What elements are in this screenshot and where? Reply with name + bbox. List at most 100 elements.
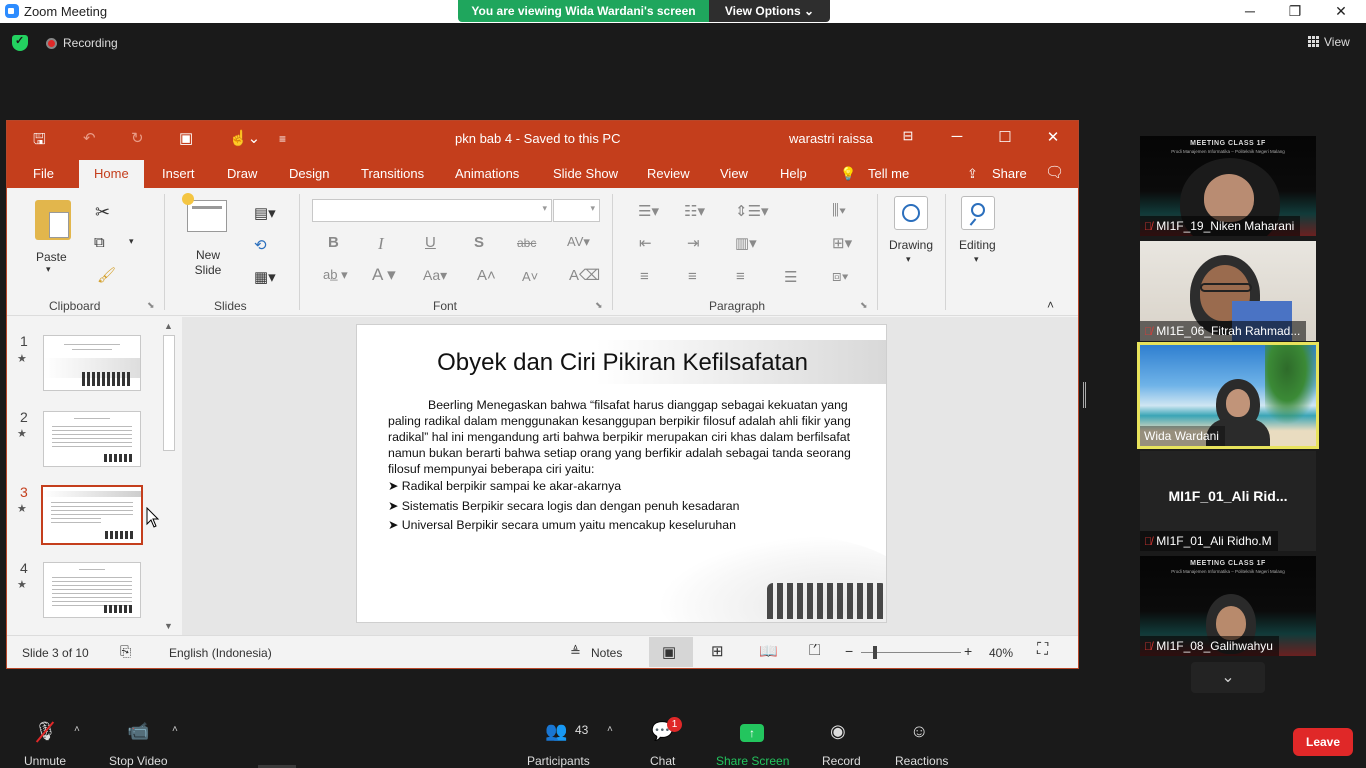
security-shield-icon[interactable] [12,34,28,51]
tab-file[interactable]: File [33,166,54,181]
copy-icon[interactable]: ⧉ [94,234,105,251]
share-screen-icon[interactable]: ↑ [740,724,764,742]
chevron-down-icon[interactable]: ▾ [906,254,911,265]
scroll-down-icon[interactable]: ▼ [164,621,173,631]
active-speaker-tile[interactable]: Wida Wardani [1137,342,1319,449]
close-button[interactable]: ✕ [1318,1,1364,21]
thumbnails-scrollbar[interactable]: ▲ ▼ [162,321,176,633]
shrink-font-icon[interactable]: A˅ [522,269,538,284]
ribbon-display-icon[interactable]: ⊟ [893,128,923,144]
italic-icon[interactable]: I [378,234,384,254]
character-spacing-icon[interactable]: AV▾ [567,234,590,250]
tell-me-search[interactable]: Tell me [868,166,909,181]
participant-tile[interactable]: MI1F_01_Ali Rid... 🎙̸ MI1F_01_Ali Ridho.M [1140,451,1316,551]
customize-toolbar-icon[interactable]: ≡ [279,132,286,146]
format-painter-icon[interactable]: 🖌 [97,266,116,284]
tab-animations[interactable]: Animations [455,166,519,181]
zoom-slider-thumb[interactable] [873,646,877,659]
present-from-start-icon[interactable]: ▣ [179,129,193,147]
ppt-maximize-button[interactable]: ☐ [990,128,1020,146]
dialog-launcher-icon[interactable]: ⬊ [147,300,155,311]
language-status[interactable]: English (Indonesia) [169,646,272,660]
align-text-icon[interactable]: ⊞▾ [832,234,852,252]
editing-label[interactable]: Editing [959,238,996,252]
section-icon[interactable]: ▦▾ [254,268,276,286]
dialog-launcher-icon[interactable]: ⬊ [860,300,868,311]
reset-icon[interactable]: ⟲ [254,236,267,254]
unmute-button[interactable]: Unmute [24,754,66,768]
text-highlight-icon[interactable]: ab̲ ▾ [323,267,348,283]
zoom-level[interactable]: 40% [989,646,1013,660]
line-spacing-icon[interactable]: ⇕☰▾ [735,202,769,220]
justify-icon[interactable]: ☰ [784,268,797,286]
chevron-down-icon[interactable]: ▾ [46,264,51,275]
participants-caret[interactable]: ˄ [607,724,613,735]
new-slide-label[interactable]: New Slide [194,248,222,278]
bullets-icon[interactable]: ☰▾ [638,202,659,220]
font-size-combo[interactable]: ▾ [553,199,600,222]
accessibility-icon[interactable]: ⎘ [120,643,131,660]
scroll-up-icon[interactable]: ▲ [164,321,173,331]
video-options-caret[interactable]: ˄ [172,724,178,735]
chevron-down-icon[interactable]: ▾ [974,254,979,265]
redo-icon[interactable]: ↻ [131,129,144,147]
change-case-icon[interactable]: Aa▾ [423,267,447,284]
maximize-button[interactable]: ❐ [1272,1,1318,21]
current-slide[interactable]: Obyek dan Ciri Pikiran Kefilsafatan Beer… [356,324,887,623]
fit-to-window-icon[interactable]: ⛶ [1037,641,1048,659]
tab-home[interactable]: Home [79,160,144,188]
numbering-icon[interactable]: ☷▾ [684,202,705,220]
align-right-icon[interactable]: ≡ [736,268,745,285]
record-icon[interactable]: ◉ [830,721,846,742]
grow-font-icon[interactable]: A˄ [477,267,496,284]
tab-review[interactable]: Review [647,166,690,181]
reactions-icon[interactable]: ☺ [910,721,928,742]
font-color-icon[interactable]: A ▾ [372,265,396,285]
participant-tile[interactable]: 🎙̸ MI1E_06_Fitrah Rahmad... [1140,241,1316,341]
user-name[interactable]: warastri raissa [789,131,873,146]
slide-thumbnail[interactable] [43,562,141,618]
save-icon[interactable]: 🖫 [33,129,46,154]
slide-thumbnail[interactable] [43,335,141,391]
record-button[interactable]: Record [822,754,861,768]
align-center-icon[interactable]: ≡ [688,268,697,285]
leave-button[interactable]: Leave [1293,728,1353,756]
new-slide-icon[interactable] [182,193,227,232]
collapse-ribbon-icon[interactable]: ˄ [1047,298,1054,312]
muted-mic-icon[interactable]: 🎙 [34,721,57,743]
search-icon[interactable] [961,196,995,230]
drawing-label[interactable]: Drawing [889,238,933,252]
strikethrough-icon[interactable]: abc [517,236,536,250]
paste-icon[interactable] [35,200,71,240]
share-button[interactable]: Share [992,166,1027,181]
increase-indent-icon[interactable]: ⇥ [687,234,700,252]
tab-slide-show[interactable]: Slide Show [553,166,618,181]
panel-resize-handle[interactable] [1083,382,1086,408]
share-screen-button[interactable]: Share Screen [716,754,789,768]
video-camera-icon[interactable]: 📹 [127,721,149,742]
minimize-button[interactable]: ─ [1227,1,1273,21]
clear-formatting-icon[interactable]: A⌫ [569,266,600,284]
stop-video-button[interactable]: Stop Video [109,754,168,768]
participant-tile[interactable]: MEETING CLASS 1F Prodi Manajemen Informa… [1140,136,1316,236]
normal-view-button[interactable]: ▣ [649,637,693,667]
tab-design[interactable]: Design [289,166,329,181]
bold-icon[interactable]: B [328,234,339,251]
reactions-button[interactable]: Reactions [895,754,948,768]
participants-icon[interactable]: 👥 [545,721,567,742]
paste-label[interactable]: Paste [36,250,67,264]
font-family-combo[interactable]: ▾ [312,199,552,222]
dialog-launcher-icon[interactable]: ⬊ [595,300,603,311]
tab-draw[interactable]: Draw [227,166,257,181]
comments-icon[interactable]: 🗨 [1045,163,1064,181]
shapes-icon[interactable] [894,196,928,230]
text-shadow-icon[interactable]: S [474,234,484,251]
chevron-down-icon[interactable]: ▾ [129,236,134,247]
view-options-button[interactable]: View Options ⌄ [709,0,830,22]
tab-help[interactable]: Help [780,166,807,181]
zoom-out-icon[interactable]: − [845,643,853,659]
slide-thumbnail-selected[interactable] [41,485,143,545]
align-left-icon[interactable]: ≡ [640,268,649,285]
scrollbar-thumb[interactable] [163,335,175,451]
zoom-in-icon[interactable]: + [964,643,972,659]
